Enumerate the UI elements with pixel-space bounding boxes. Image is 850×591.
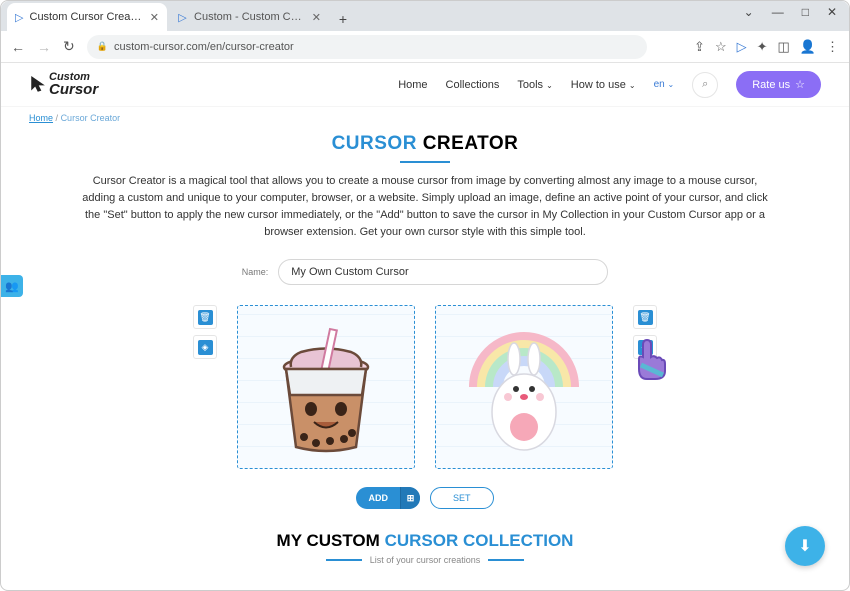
collection-title: MY CUSTOM CURSOR COLLECTION [81,531,769,551]
window-minimize-icon[interactable]: — [772,5,784,19]
favicon-icon: ▷ [15,11,24,23]
download-fab[interactable]: ⬇ [785,526,825,566]
nav-home[interactable]: Home [398,79,427,91]
cursor-canvas-left[interactable] [237,305,415,469]
boba-cup-image [256,317,396,457]
site-header: Custom Cursor Home Collections Tools ⌄ H… [1,63,849,107]
favicon-icon: ▷ [177,11,188,23]
title-underline [400,161,450,163]
search-button[interactable]: ⌕ [692,72,718,98]
cursor-name-input[interactable] [278,259,608,285]
bunny-rainbow-image [454,317,594,457]
page-title: CURSOR CREATOR [81,133,769,155]
erase-icon: ◈ [198,340,213,355]
logo-text-bottom: Cursor [49,81,98,98]
tab-strip: ▷ Custom Cursor Creator - Custom ✕ ▷ Cus… [1,1,849,31]
name-input-row: Name: [81,259,769,285]
canvas-row: 🗑 ◈ [81,305,769,469]
download-icon: ⬇ [798,536,811,556]
tab-title: Custom Cursor Creator - Custom [30,11,144,23]
delete-right-button[interactable]: 🗑 [633,305,657,329]
logo-cursor-icon [29,75,47,93]
url-field[interactable]: 🔒 custom-cursor.com/en/cursor-creator [87,35,647,59]
breadcrumb-sep: / [56,113,59,123]
sidepanel-icon[interactable]: ◫ [778,39,790,55]
windows-icon: ⊞ [400,487,420,509]
left-tools: 🗑 ◈ [193,305,217,469]
collection-subtitle: List of your cursor creations [81,555,769,565]
rate-us-button[interactable]: Rate us ☆ [736,71,821,98]
share-icon[interactable]: ⇪ [694,39,705,55]
search-icon: ⌕ [702,78,708,91]
url-text: custom-cursor.com/en/cursor-creator [114,41,294,53]
trash-icon: 🗑 [638,310,653,325]
window-close-icon[interactable]: ✕ [827,5,837,19]
new-tab-button[interactable]: + [331,7,355,31]
browser-tab[interactable]: ▷ Custom - Custom Cursor ✕ [169,3,329,31]
browser-tab-active[interactable]: ▷ Custom Cursor Creator - Custom ✕ [7,3,167,31]
reload-button[interactable]: ↻ [63,38,75,55]
breadcrumb-home[interactable]: Home [29,113,53,123]
tab-title: Custom - Custom Cursor [194,11,306,23]
cursor-canvas-right[interactable] [435,305,613,469]
address-bar: ← → ↻ 🔒 custom-cursor.com/en/cursor-crea… [1,31,849,63]
menu-icon[interactable]: ⋮ [826,39,839,55]
page-description: Cursor Creator is a magical tool that al… [81,173,769,241]
tab-close-icon[interactable]: ✕ [312,11,321,24]
nav-language[interactable]: en ⌄ [654,79,675,90]
right-tools: 🗑 ◈ [633,305,657,469]
nav-howto[interactable]: How to use ⌄ [571,79,636,91]
nav-tools[interactable]: Tools ⌄ [517,79,552,91]
set-button[interactable]: SET [430,487,494,509]
hand-cursor-icon [629,337,669,383]
nav-collections[interactable]: Collections [446,79,500,91]
erase-left-button[interactable]: ◈ [193,335,217,359]
lock-icon: 🔒 [97,41,108,52]
trash-icon: 🗑 [198,310,213,325]
main-nav: Home Collections Tools ⌄ How to use ⌄ en… [398,71,821,98]
tab-close-icon[interactable]: ✕ [150,11,159,24]
window-maximize-icon[interactable]: □ [802,5,809,19]
logo[interactable]: Custom Cursor [29,73,98,96]
extension-cursor-icon[interactable]: ▷ [737,39,747,55]
window-chevron-icon[interactable]: ⌄ [744,5,754,19]
breadcrumb-current: Cursor Creator [61,113,121,123]
people-icon: 👥 [5,280,19,293]
delete-left-button[interactable]: 🗑 [193,305,217,329]
action-buttons: ADD ⊞ SET [81,487,769,509]
extensions-icon[interactable]: ✦ [757,39,768,55]
add-button[interactable]: ADD ⊞ [356,487,420,509]
star-icon: ☆ [795,78,805,91]
profile-icon[interactable]: 👤 [800,39,816,55]
accessibility-widget[interactable]: 👥 [1,275,23,297]
main-content: CURSOR CREATOR Cursor Creator is a magic… [1,133,849,565]
breadcrumb: Home / Cursor Creator [1,107,849,129]
bookmark-icon[interactable]: ☆ [715,39,727,55]
back-button[interactable]: ← [11,39,25,55]
name-label: Name: [242,267,269,277]
forward-button[interactable]: → [37,39,51,55]
